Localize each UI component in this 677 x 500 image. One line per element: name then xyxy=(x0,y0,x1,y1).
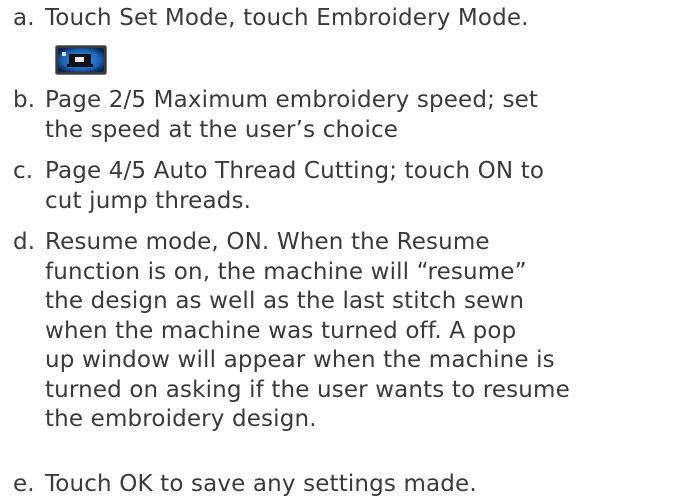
item-text-line: cut jump threads. xyxy=(45,187,252,214)
item-text-line: Touch OK to save any settings made. xyxy=(45,471,477,497)
item-text-line: Resume mode, ON. When the Resume xyxy=(45,229,490,255)
instruction-list: a. Touch Set Mode, touch Embroidery Mode… xyxy=(0,0,677,500)
item-text-line: the embroidery design. xyxy=(45,406,317,432)
item-text-line: up window will appear when the machine i… xyxy=(45,347,555,373)
item-text-line: when the machine was turned off. A pop xyxy=(45,317,517,344)
list-marker: b. xyxy=(13,87,36,113)
list-marker: c. xyxy=(13,158,34,184)
item-text-line: Page 4/5 Auto Thread Cutting; touch ON t… xyxy=(45,158,545,184)
item-text-line: Page 2/5 Maximum embroidery speed; set xyxy=(45,87,539,113)
item-text-line: turned on asking if the user wants to re… xyxy=(45,376,570,403)
item-text-line: the design as well as the last stitch se… xyxy=(45,288,525,314)
item-text-line: Touch Set Mode, touch Embroidery Mode. xyxy=(45,5,529,31)
list-marker: a. xyxy=(13,5,35,31)
list-marker: d. xyxy=(13,229,36,255)
item-text-line: the speed at the user’s choice xyxy=(45,116,399,143)
embroidery-mode-icon xyxy=(55,45,107,75)
item-text-line: function is on, the machine will “resume… xyxy=(45,258,527,285)
list-marker: e. xyxy=(13,471,35,497)
